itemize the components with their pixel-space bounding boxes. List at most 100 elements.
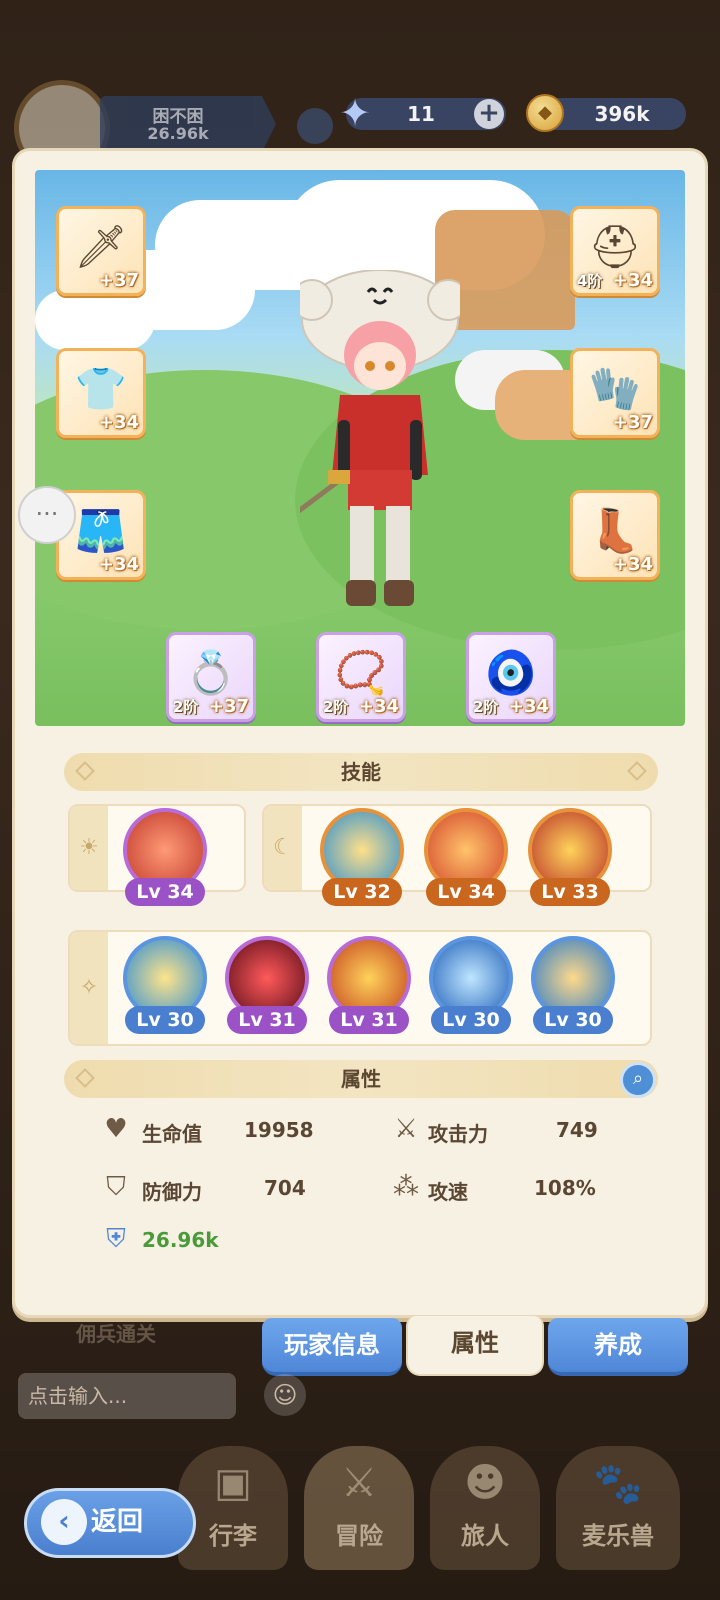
necklace-icon: 📿: [334, 648, 388, 697]
skills-title: 技能: [341, 760, 381, 784]
pants-level: +34: [98, 554, 139, 575]
moon-icon: ☾: [264, 806, 302, 890]
amulet-level: +34: [508, 696, 549, 717]
gloves-level: +37: [612, 412, 653, 433]
skill-slot[interactable]: Lv 30: [529, 934, 617, 1034]
skill-slot[interactable]: Lv 34: [422, 806, 510, 906]
boots-icon: 👢: [588, 506, 642, 555]
gloves-slot[interactable]: 🧤 +37: [570, 348, 660, 438]
atk-value: 749: [556, 1118, 598, 1142]
character-icon: ☻: [464, 1460, 506, 1506]
tab-attributes[interactable]: 属性: [406, 1316, 544, 1376]
chat-bubble-button[interactable]: ···: [18, 486, 76, 544]
heart-icon: ♥: [104, 1114, 128, 1144]
chest-icon: ▣: [214, 1460, 252, 1506]
sword-icon: 🗡: [74, 222, 128, 271]
nav-label: 冒险: [335, 1522, 383, 1550]
back-button[interactable]: ‹ 返回: [24, 1488, 196, 1558]
pet-icon: 🐾: [593, 1461, 643, 1507]
ring-tier: 2阶: [173, 698, 199, 716]
tab-train[interactable]: 养成: [548, 1318, 688, 1376]
attributes-title: 属性: [341, 1067, 381, 1091]
skill-slot[interactable]: Lv 30: [121, 934, 209, 1034]
gold-counter: ◆ 396k: [526, 94, 686, 132]
attributes-header: 属性: [64, 1060, 658, 1098]
ring-slot[interactable]: 💍 2阶 +37: [166, 632, 256, 722]
tab-player-info[interactable]: 玩家信息: [262, 1318, 402, 1376]
skill-level: Lv 33: [530, 878, 610, 906]
boots-level: +34: [612, 554, 653, 575]
helmet-icon: ⛑: [588, 222, 642, 271]
sparkle-icon: ✧: [70, 932, 108, 1044]
nav-luggage[interactable]: ▣ 行李: [178, 1446, 288, 1570]
hp-label: 生命值: [142, 1122, 202, 1146]
diamond-ornament-icon: [75, 761, 95, 781]
diamond-ornament-icon: [75, 1068, 95, 1088]
atk-label: 攻击力: [428, 1122, 488, 1146]
sun-icon: ☀: [70, 806, 108, 890]
necklace-slot[interactable]: 📿 2阶 +34: [316, 632, 406, 722]
necklace-tier: 2阶: [323, 698, 349, 716]
gold-value: 396k: [594, 102, 650, 126]
skill-slot[interactable]: Lv 33: [526, 806, 614, 906]
skill-level: Lv 30: [125, 1006, 205, 1034]
def-value: 704: [264, 1176, 306, 1200]
add-gem-button[interactable]: +: [474, 99, 504, 129]
skill-level: Lv 34: [125, 878, 205, 906]
boots-slot[interactable]: 👢 +34: [570, 490, 660, 580]
weapon-level: +37: [98, 270, 139, 291]
skills-header: 技能: [64, 753, 658, 791]
gem-value: 11: [407, 102, 435, 126]
ring-level: +37: [208, 696, 249, 717]
gem-counter: ✦ 11 +: [339, 92, 506, 134]
gold-coin-icon: ◆: [526, 94, 564, 132]
spd-label: 攻速: [428, 1180, 468, 1204]
cloud: [35, 290, 155, 350]
skill-level: Lv 31: [227, 1006, 307, 1034]
skill-level: Lv 32: [322, 878, 402, 906]
crossed-swords-icon: ⚔: [394, 1114, 418, 1144]
necklace-level: +34: [358, 696, 399, 717]
skill-slot[interactable]: Lv 30: [427, 934, 515, 1034]
skill-level: Lv 30: [533, 1006, 613, 1034]
attack-speed-icon: ⁂: [393, 1172, 419, 1202]
nav-pets[interactable]: 🐾 麦乐兽: [556, 1446, 680, 1570]
power-value: 26.96k: [142, 1228, 219, 1252]
ring-icon: 💍: [184, 648, 238, 697]
crown-icon[interactable]: [297, 108, 333, 144]
glove-icon: 🧤: [588, 364, 642, 413]
power-shield-icon: ⛨: [106, 1224, 126, 1254]
skill-level: Lv 30: [431, 1006, 511, 1034]
skill-slot[interactable]: Lv 31: [325, 934, 413, 1034]
skill-slot[interactable]: Lv 32: [318, 806, 406, 906]
nav-travelers[interactable]: ☻ 旅人: [430, 1446, 540, 1570]
shirt-icon: 👕: [74, 364, 128, 413]
diamond-ornament-icon: [627, 761, 647, 781]
armor-slot[interactable]: 👕 +34: [56, 348, 146, 438]
skill-level: Lv 31: [329, 1006, 409, 1034]
star-gem-icon: ✦: [339, 91, 371, 135]
helmet-level: +34: [612, 270, 653, 291]
crossed-swords-icon: ⚔: [341, 1460, 377, 1506]
nav-label: 麦乐兽: [582, 1522, 654, 1550]
shield-icon: ⛉: [106, 1172, 126, 1202]
hero-character: [300, 270, 460, 606]
amulet-icon: 🧿: [484, 648, 538, 697]
chat-input[interactable]: 点击输入...: [18, 1373, 236, 1419]
mercenary-clear-text: 佣兵通关: [76, 1322, 156, 1346]
amulet-tier: 2阶: [473, 698, 499, 716]
amulet-slot[interactable]: 🧿 2阶 +34: [466, 632, 556, 722]
back-label: 返回: [91, 1507, 144, 1537]
skill-level: Lv 34: [426, 878, 506, 906]
emoji-icon[interactable]: ☺: [264, 1374, 306, 1416]
skill-slot[interactable]: Lv 31: [223, 934, 311, 1034]
weapon-slot[interactable]: 🗡 +37: [56, 206, 146, 296]
spd-value: 108%: [534, 1176, 596, 1200]
nav-label: 旅人: [461, 1522, 509, 1550]
skill-slot[interactable]: Lv 34: [121, 806, 209, 906]
hp-value: 19958: [244, 1118, 314, 1142]
magnifier-icon[interactable]: ⌕: [620, 1062, 656, 1098]
nav-adventure[interactable]: ⚔ 冒险: [304, 1446, 414, 1570]
helmet-slot[interactable]: ⛑ 4阶 +34: [570, 206, 660, 296]
back-arrow-icon: ‹: [41, 1499, 87, 1545]
